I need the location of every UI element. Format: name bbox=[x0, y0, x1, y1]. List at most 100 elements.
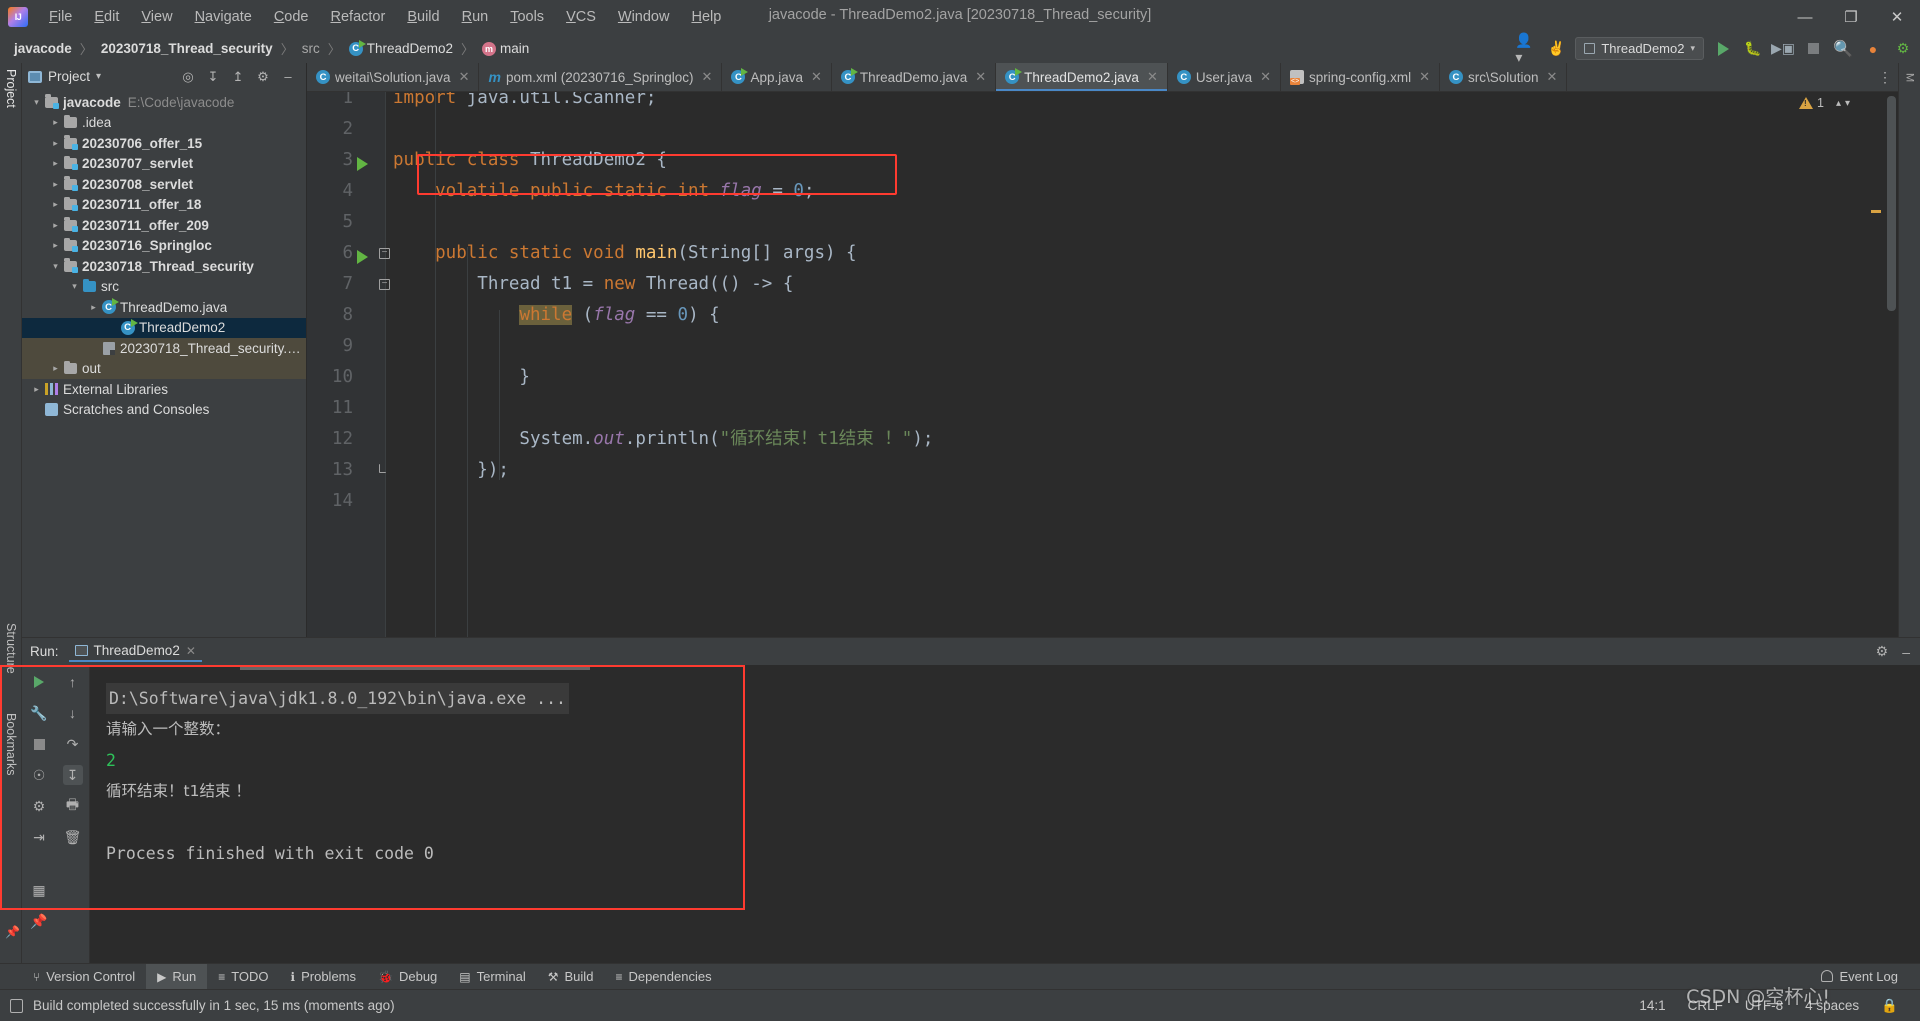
menu-item-file[interactable]: File bbox=[38, 5, 83, 29]
menu-item-run[interactable]: Run bbox=[451, 5, 500, 29]
breadcrumb-item-20230718-thread-security[interactable]: 20230718_Thread_security bbox=[97, 39, 277, 58]
lock-icon[interactable]: 🔒 bbox=[1881, 998, 1898, 1014]
line-separator[interactable]: CRLF bbox=[1688, 998, 1723, 1013]
code-line[interactable]: volatile public static int flag = 0; bbox=[393, 176, 1898, 207]
run-tab-threaddemo2[interactable]: ThreadDemo2 ✕ bbox=[68, 641, 202, 662]
collapse-all-icon[interactable]: ↧ bbox=[205, 69, 221, 85]
tree-node--idea[interactable]: .idea bbox=[22, 113, 306, 134]
code-fold-end-icon[interactable] bbox=[379, 464, 386, 473]
chevron-right-icon[interactable] bbox=[30, 384, 43, 395]
stop-icon[interactable] bbox=[1802, 38, 1824, 60]
file-encoding[interactable]: UTF-8 bbox=[1745, 998, 1783, 1013]
close-icon[interactable]: ✕ bbox=[459, 69, 470, 85]
bottom-tab-dependencies[interactable]: ≡ Dependencies bbox=[604, 964, 722, 990]
scroll-to-end-icon[interactable]: ↧ bbox=[62, 765, 83, 785]
tree-node-threaddemo-java[interactable]: CThreadDemo.java bbox=[22, 297, 306, 318]
close-icon[interactable]: ✕ bbox=[1547, 69, 1558, 85]
run-icon[interactable] bbox=[1712, 38, 1734, 60]
updates-icon[interactable]: ● bbox=[1862, 38, 1884, 60]
breadcrumb-item-threaddemo2[interactable]: C ThreadDemo2 bbox=[345, 39, 457, 58]
editor-scrollbar[interactable] bbox=[1884, 92, 1898, 637]
code-line[interactable]: Thread t1 = new Thread(() -> { bbox=[393, 269, 1898, 300]
gutter-run-icon[interactable] bbox=[357, 157, 368, 171]
console-output[interactable]: D:\Software\java\jdk1.8.0_192\bin\java.e… bbox=[90, 665, 1920, 963]
menu-item-view[interactable]: View bbox=[130, 5, 183, 29]
hide-icon[interactable]: – bbox=[280, 69, 296, 85]
chevron-right-icon[interactable] bbox=[87, 302, 100, 313]
editor-tab-threaddemo-java[interactable]: C ThreadDemo.java ✕ bbox=[832, 63, 997, 91]
pin-icon[interactable]: 📌 bbox=[5, 925, 20, 939]
target-icon[interactable]: ◎ bbox=[180, 69, 196, 85]
expand-all-icon[interactable]: ↥ bbox=[230, 69, 246, 85]
code-line[interactable] bbox=[393, 207, 1898, 238]
bottom-tab-build[interactable]: ⚒ Build bbox=[537, 964, 605, 990]
editor-tab-weitai-solution-java[interactable]: Cweitai\Solution.java ✕ bbox=[307, 63, 480, 91]
bottom-tab-run[interactable]: ▶ Run bbox=[146, 963, 208, 990]
tree-node-20230711-offer-18[interactable]: 20230711_offer_18 bbox=[22, 195, 306, 216]
print-icon[interactable]: 🖶 bbox=[63, 796, 83, 816]
tree-node-20230707-servlet[interactable]: 20230707_servlet bbox=[22, 154, 306, 175]
code-lines[interactable]: 1 import java.util.Scanner; 2 3 public class… bbox=[307, 92, 1898, 637]
code-line[interactable]: import java.util.Scanner; bbox=[393, 92, 1898, 114]
code-line[interactable]: } bbox=[393, 362, 1898, 393]
console-horizontal-scrollbar[interactable] bbox=[240, 665, 590, 670]
tree-node-threaddemo2[interactable]: C ThreadDemo2 bbox=[22, 317, 306, 338]
indent-setting[interactable]: 4 spaces bbox=[1805, 998, 1859, 1013]
code-editor[interactable]: 1 import java.util.Scanner; 2 3 public class… bbox=[307, 92, 1898, 637]
chevron-down-icon[interactable]: ▾ bbox=[96, 71, 101, 82]
menu-item-code[interactable]: Code bbox=[263, 5, 320, 29]
code-line[interactable]: System.out.println("循环结束！t1结束 ！"); bbox=[393, 424, 1898, 455]
chevron-right-icon[interactable] bbox=[49, 179, 62, 190]
layout-icon[interactable]: ▦ bbox=[29, 880, 49, 900]
user-icon[interactable]: 👤▾ bbox=[1515, 32, 1537, 65]
tree-node-20230708-servlet[interactable]: 20230708_servlet bbox=[22, 174, 306, 195]
search-icon[interactable]: 🔍 bbox=[1832, 38, 1854, 60]
chevron-down-icon[interactable] bbox=[49, 261, 62, 272]
hide-icon[interactable]: – bbox=[1902, 644, 1910, 660]
close-button[interactable]: ✕ bbox=[1874, 0, 1920, 34]
chevron-right-icon[interactable] bbox=[49, 138, 62, 149]
menu-item-edit[interactable]: Edit bbox=[83, 5, 130, 29]
close-icon[interactable]: ✕ bbox=[811, 69, 822, 85]
sidebar-item-structure[interactable]: Structure bbox=[4, 623, 18, 674]
run-configuration-selector[interactable]: ThreadDemo2 ▾ bbox=[1575, 37, 1704, 60]
camera-icon[interactable]: ☉ bbox=[29, 765, 49, 785]
coverage-icon[interactable]: ▶▣ bbox=[1771, 38, 1795, 60]
bottom-tab-problems[interactable]: ℹ Problems bbox=[280, 964, 367, 990]
close-icon[interactable]: ✕ bbox=[1419, 69, 1430, 85]
tree-node-scratches-and-consoles[interactable]: Scratches and Consoles bbox=[22, 400, 306, 421]
editor-tab-user-java[interactable]: C User.java ✕ bbox=[1168, 63, 1282, 91]
caret-position[interactable]: 14:1 bbox=[1639, 998, 1665, 1013]
code-line[interactable]: while (flag == 0) { bbox=[393, 300, 1898, 331]
more-tabs-icon[interactable]: ⋮ bbox=[1878, 69, 1892, 86]
editor-tab-src-solution[interactable]: Csrc\Solution ✕ bbox=[1440, 63, 1568, 91]
build-hammer-icon[interactable]: ✌ bbox=[1545, 38, 1567, 60]
editor-tab-threaddemo2-java[interactable]: C ThreadDemo2.java ✕ bbox=[996, 63, 1168, 91]
menu-item-window[interactable]: Window bbox=[607, 5, 681, 29]
code-line[interactable]: public class ThreadDemo2 { bbox=[393, 145, 1898, 176]
code-fold-icon[interactable]: − bbox=[379, 248, 390, 259]
editor-tab-pom-xml--20230716-springloc-[interactable]: m pom.xml (20230716_Springloc) ✕ bbox=[479, 63, 723, 91]
chevron-up-icon[interactable]: ▴ bbox=[1836, 98, 1841, 109]
close-icon[interactable]: ✕ bbox=[1260, 69, 1271, 85]
menu-item-vcs[interactable]: VCS bbox=[555, 5, 607, 29]
bottom-tab-terminal[interactable]: ▤ Terminal bbox=[448, 964, 536, 990]
scroll-down-icon[interactable]: ↓ bbox=[63, 703, 83, 723]
sidebar-item-bookmarks[interactable]: Bookmarks bbox=[4, 713, 18, 776]
maximize-button[interactable]: ❐ bbox=[1828, 0, 1874, 34]
close-icon[interactable]: ✕ bbox=[186, 644, 196, 658]
menu-item-build[interactable]: Build bbox=[396, 5, 450, 29]
pin-icon[interactable]: 📌 bbox=[29, 911, 49, 931]
breadcrumb-item-javacode[interactable]: javacode bbox=[10, 39, 76, 58]
chevron-right-icon[interactable] bbox=[49, 158, 62, 169]
code-line[interactable]: }); bbox=[393, 455, 1898, 486]
scroll-up-icon[interactable]: ↑ bbox=[63, 672, 83, 692]
export-icon[interactable]: ⇥ bbox=[29, 827, 49, 847]
bottom-tab-debug[interactable]: 🐞 Debug bbox=[367, 964, 448, 990]
close-icon[interactable]: ✕ bbox=[702, 69, 713, 85]
chevron-down-icon[interactable] bbox=[30, 97, 43, 108]
close-icon[interactable]: ✕ bbox=[975, 69, 986, 85]
chevron-down-icon[interactable] bbox=[68, 281, 81, 292]
code-line[interactable]: public static void main(String[] args) { bbox=[393, 238, 1898, 269]
gutter-run-icon[interactable] bbox=[357, 250, 368, 264]
